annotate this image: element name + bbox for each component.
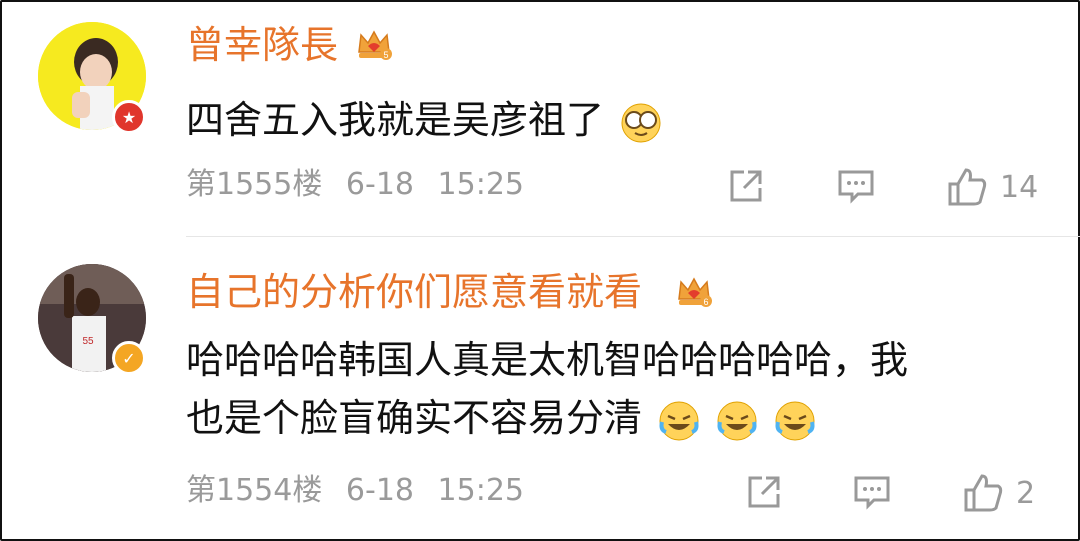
thumbs-up-icon — [948, 168, 987, 206]
comment-text: 也是个脸盲确实不容易分清 — [186, 388, 816, 448]
comment-icon — [854, 476, 890, 510]
laugh-cry-emoji-icon — [659, 401, 699, 440]
like-count: 14 — [1000, 169, 1039, 205]
svg-text:55: 55 — [82, 336, 94, 347]
like-button[interactable]: 14 — [946, 166, 1038, 208]
comment-date: 6-18 — [345, 473, 414, 508]
share-icon — [730, 170, 762, 202]
floor-number: 第1554楼 — [186, 473, 323, 508]
verified-badge-icon: ★ — [112, 100, 146, 134]
floor-number: 第1555楼 — [186, 167, 323, 202]
laugh-cry-emoji-icon — [717, 401, 757, 440]
comment-line: 哈哈哈哈韩国人真是太机智哈哈哈哈哈，我 — [186, 338, 909, 382]
username[interactable]: 自己的分析你们愿意看就看 — [186, 273, 642, 311]
comment-time: 15:25 — [437, 473, 525, 508]
like-count: 2 — [1016, 475, 1036, 511]
comment-text: 四舍五入我就是吴彦祖了 — [186, 90, 662, 150]
share-button[interactable] — [726, 166, 766, 206]
thumbs-up-icon — [964, 474, 1003, 512]
comment-meta: 第1555楼 6-18 15:25 — [186, 170, 524, 200]
comment-meta: 第1554楼 6-18 15:25 — [186, 476, 524, 506]
share-button[interactable] — [744, 472, 784, 512]
vip-crown-icon: 5 — [358, 30, 392, 60]
comment-date: 6-18 — [345, 167, 414, 202]
comment-icon — [838, 170, 874, 204]
glasses-face-emoji-icon — [621, 103, 661, 142]
reply-button[interactable] — [836, 166, 876, 206]
share-icon — [748, 476, 780, 508]
comment-line: 也是个脸盲确实不容易分清 — [186, 396, 643, 440]
comment-line: 四舍五入我就是吴彦祖了 — [186, 98, 605, 142]
username[interactable]: 曾幸隊長 — [186, 26, 338, 64]
comment-item: ★ 曾幸隊長 5 四舍五入我就是吴彦祖了 第1555楼 6-18 15:25 1… — [0, 0, 1080, 236]
vip-crown-icon: 6 — [678, 277, 712, 307]
reply-button[interactable] — [852, 472, 892, 512]
like-button[interactable]: 2 — [962, 472, 1035, 514]
comment-time: 15:25 — [437, 167, 525, 202]
vip-level: 5 — [383, 50, 388, 60]
laugh-cry-emoji-icon — [775, 401, 815, 440]
verified-badge-icon: ✓ — [112, 341, 146, 375]
vip-level: 6 — [703, 297, 708, 307]
